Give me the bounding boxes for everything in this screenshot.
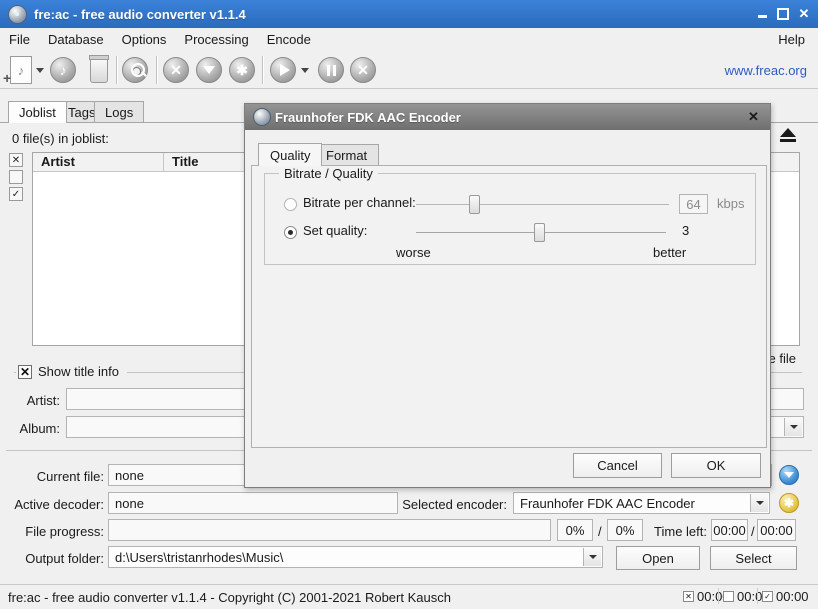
window-title: fre:ac - free audio converter v1.1.4: [34, 7, 246, 22]
dialog-title-bar: Fraunhofer FDK AAC Encoder ✕: [245, 104, 770, 130]
quality-radio[interactable]: [284, 226, 297, 239]
encoder-dropdown-icon[interactable]: [750, 494, 768, 512]
add-files-dropdown-icon[interactable]: [36, 68, 44, 73]
menu-encode[interactable]: Encode: [258, 28, 320, 50]
output-folder-label: Output folder:: [4, 551, 104, 566]
close-button[interactable]: ✕: [798, 8, 810, 20]
show-title-info-toggle[interactable]: ✕ Show title info: [16, 364, 127, 379]
group-title: Bitrate / Quality: [279, 166, 378, 181]
clear-joblist-icon[interactable]: [90, 58, 108, 83]
select-button[interactable]: Select: [710, 546, 797, 570]
current-file-label: Current file:: [4, 469, 104, 484]
bitrate-slider-thumb[interactable]: [469, 195, 480, 214]
bitrate-label: Bitrate per channel:: [303, 195, 416, 210]
total-progress-percent: 0%: [607, 519, 643, 541]
app-logo-icon: [8, 5, 27, 24]
dialog-tab-format[interactable]: Format: [314, 144, 379, 166]
stop-encoding-icon[interactable]: ✕: [350, 57, 376, 83]
rip-cd-lookup-icon[interactable]: [122, 57, 148, 83]
select-all-button[interactable]: ✕: [9, 153, 23, 167]
freac-window: fre:ac - free audio converter v1.1.4 ✕ F…: [0, 0, 818, 609]
menu-file[interactable]: File: [0, 28, 39, 50]
dialog-logo-icon: [253, 108, 271, 126]
file-progress-bar: [108, 519, 551, 541]
freac-website-link[interactable]: www.freac.org: [725, 63, 807, 78]
progress-slash: /: [598, 524, 602, 539]
general-settings-icon[interactable]: ✕: [163, 57, 189, 83]
pause-encoding-icon[interactable]: [318, 57, 344, 83]
show-title-info-checkbox[interactable]: ✕: [18, 365, 32, 379]
encoder-settings-icon[interactable]: ✱: [229, 57, 255, 83]
status-time-selected: ✓ 00:00: [762, 589, 809, 604]
select-none-button[interactable]: [9, 170, 23, 184]
toggle-selection-button[interactable]: ✓: [9, 187, 23, 201]
ok-button[interactable]: OK: [671, 453, 761, 478]
empty-box-icon: [723, 591, 734, 602]
processing-config-icon[interactable]: [779, 465, 799, 485]
time-left-label: Time left:: [650, 524, 707, 539]
add-files-icon[interactable]: ♪: [10, 56, 32, 84]
encoder-config-icon[interactable]: ✱: [779, 493, 799, 513]
menu-processing[interactable]: Processing: [175, 28, 257, 50]
menu-help[interactable]: Help: [769, 28, 814, 50]
minimize-button[interactable]: [756, 8, 768, 20]
open-button[interactable]: Open: [616, 546, 700, 570]
selected-encoder-label: Selected encoder:: [400, 497, 507, 512]
bitrate-radio[interactable]: [284, 198, 297, 211]
column-artist[interactable]: Artist: [33, 153, 164, 171]
scale-better-label: better: [653, 245, 686, 260]
file-progress-label: File progress:: [4, 524, 104, 539]
time-slash: /: [751, 524, 755, 539]
dialog-title: Fraunhofer FDK AAC Encoder: [275, 110, 461, 125]
maximize-button[interactable]: [777, 8, 789, 20]
dialog-tab-quality[interactable]: Quality: [258, 143, 322, 166]
scale-worse-label: worse: [396, 245, 431, 260]
partial-label-right: e file: [767, 351, 798, 366]
active-decoder-field: none: [108, 492, 398, 514]
tab-joblist[interactable]: Joblist: [8, 101, 67, 123]
album-dropdown-icon[interactable]: [784, 418, 802, 436]
manage-joblist-icon[interactable]: ♪: [50, 57, 76, 83]
x-box-icon: ✕: [683, 591, 694, 602]
dialog-close-button[interactable]: ✕: [746, 109, 761, 124]
menu-bar: File Database Options Processing Encode …: [0, 28, 818, 50]
file-progress-percent: 0%: [557, 519, 593, 541]
start-encoding-icon[interactable]: [270, 57, 296, 83]
joblist-count: 0 file(s) in joblist:: [12, 131, 109, 146]
magnifier-icon: [131, 63, 145, 77]
menu-options[interactable]: Options: [113, 28, 176, 50]
quality-slider[interactable]: [416, 232, 666, 233]
time-left-file: 00:00: [711, 519, 748, 541]
output-folder-dropdown-icon[interactable]: [583, 548, 601, 566]
artist-label: Artist:: [4, 393, 60, 408]
status-text: fre:ac - free audio converter v1.1.4 - C…: [0, 590, 451, 605]
bitrate-value[interactable]: 64: [679, 194, 708, 214]
add-files-plus-icon: +: [3, 70, 11, 86]
tab-logs[interactable]: Logs: [94, 101, 144, 122]
quality-label: Set quality:: [303, 223, 367, 238]
bitrate-unit: kbps: [717, 196, 744, 211]
bitrate-slider[interactable]: [416, 204, 669, 205]
encoder-config-dialog: Fraunhofer FDK AAC Encoder ✕ Quality For…: [244, 103, 771, 488]
eject-disc-icon[interactable]: [780, 128, 798, 146]
title-bar: fre:ac - free audio converter v1.1.4 ✕: [0, 0, 818, 28]
selected-encoder-combo[interactable]: Fraunhofer FDK AAC Encoder: [513, 492, 770, 514]
check-box-icon: ✓: [762, 591, 773, 602]
processing-settings-icon[interactable]: [196, 57, 222, 83]
active-decoder-label: Active decoder:: [4, 497, 104, 512]
output-folder-combo[interactable]: d:\Users\tristanrhodes\Music\: [108, 546, 603, 568]
time-left-total: 00:00: [757, 519, 796, 541]
quality-value: 3: [682, 223, 689, 238]
album-label: Album:: [4, 421, 60, 436]
quality-slider-thumb[interactable]: [534, 223, 545, 242]
menu-database[interactable]: Database: [39, 28, 113, 50]
start-encoding-dropdown-icon[interactable]: [301, 68, 309, 73]
cancel-button[interactable]: Cancel: [573, 453, 662, 478]
